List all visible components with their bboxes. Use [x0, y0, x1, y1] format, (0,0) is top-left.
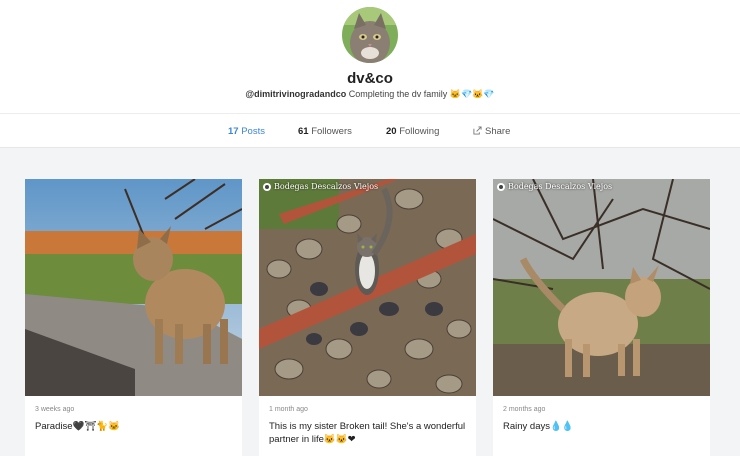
profile-name: dv&co — [347, 70, 393, 87]
post-location[interactable]: Bodegas Descalzos Viejos — [263, 182, 378, 191]
following-label: Following — [399, 126, 440, 137]
pin-icon — [263, 182, 271, 191]
post-card[interactable]: Bodegas Descalzos Viejos 2 months ago Ra… — [493, 179, 710, 456]
pin-icon — [497, 182, 505, 191]
following-stat[interactable]: 20 Following — [386, 126, 439, 137]
share-button[interactable]: Share — [473, 126, 510, 137]
post-location[interactable]: Bodegas Descalzos Viejos — [497, 182, 612, 191]
post-photo[interactable] — [25, 179, 242, 396]
share-icon — [473, 126, 482, 135]
followers-label: Followers — [311, 126, 352, 137]
following-count: 20 — [386, 126, 397, 137]
post-caption: Paradise🖤⛩🐈🐱 — [35, 421, 121, 432]
post-time: 3 weeks ago — [35, 406, 75, 413]
posts-label: Posts — [241, 126, 265, 137]
posts-count: 17 — [228, 126, 239, 137]
post-photo[interactable]: Bodegas Descalzos Viejos — [259, 179, 476, 396]
followers-stat[interactable]: 61 Followers — [298, 126, 352, 137]
posts-stat[interactable]: 17 Posts — [228, 126, 265, 137]
avatar[interactable] — [342, 7, 398, 63]
post-card[interactable]: 3 weeks ago Paradise🖤⛩🐈🐱 — [25, 179, 242, 456]
post-caption: Rainy days💧💧 — [503, 421, 574, 432]
share-label: Share — [485, 126, 511, 137]
post-time: 2 months ago — [503, 406, 546, 413]
post-photo[interactable]: Bodegas Descalzos Viejos — [493, 179, 710, 396]
location-label: Bodegas Descalzos Viejos — [274, 182, 379, 191]
followers-count: 61 — [298, 126, 309, 137]
profile-bio: @dimitrivinogradandco Completing the dv … — [0, 89, 740, 100]
post-caption: This is my sister Broken tail! She's a w… — [269, 421, 466, 445]
post-card[interactable]: Bodegas Descalzos Viejos 1 month ago Thi… — [259, 179, 476, 456]
post-time: 1 month ago — [269, 406, 308, 413]
location-label: Bodegas Descalzos Viejos — [508, 182, 613, 191]
divider — [0, 113, 740, 114]
profile-header: dv&co @dimitrivinogradandco Completing t… — [0, 0, 740, 148]
profile-bio-text: Completing the dv family 🐱💎🐱💎 — [348, 89, 495, 99]
profile-handle[interactable]: @dimitrivinogradandco — [245, 89, 346, 99]
